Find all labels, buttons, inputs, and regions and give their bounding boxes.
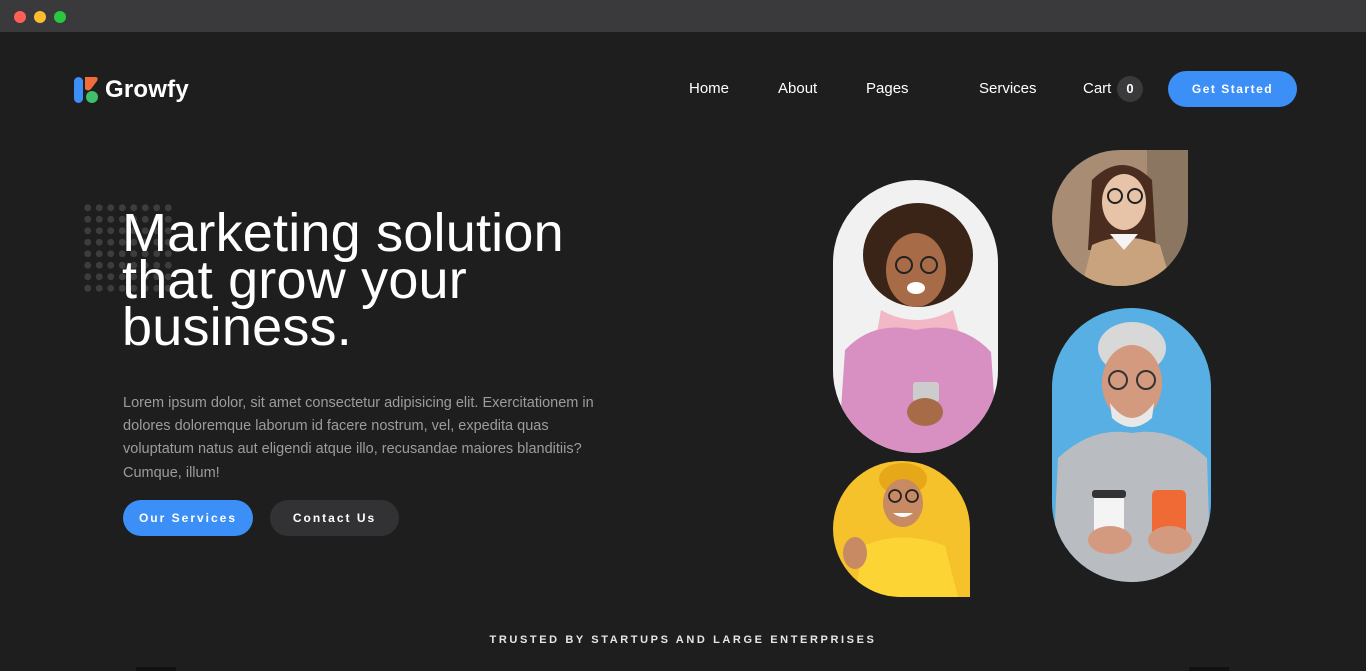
woman-with-phone-photo [833,180,998,453]
brand-logo[interactable]: Growfy [73,76,189,104]
cart-count-badge[interactable]: 0 [1117,76,1143,102]
get-started-button[interactable]: Get Started [1168,71,1297,107]
contact-us-button[interactable]: Contact Us [270,500,399,536]
partner-logo-strip-left [136,667,176,671]
nav-about-link[interactable]: About [778,80,817,97]
window-titlebar [0,0,1366,32]
nav-pages-link[interactable]: Pages [866,80,909,97]
brand-name: Growfy [105,76,189,103]
hero-headline: Marketing solution that grow your busine… [122,206,682,357]
nav-home-link[interactable]: Home [689,80,729,97]
close-window-button[interactable] [14,11,26,23]
growfy-logo-icon [73,76,101,104]
hero-description: Lorem ipsum dolor, sit amet consectetur … [123,395,594,481]
minimize-window-button[interactable] [34,11,46,23]
nav-services-link[interactable]: Services [979,80,1037,97]
landing-page: Growfy Home About Pages Services Cart 0 … [0,32,1366,671]
nav-cart-link[interactable]: Cart [1083,80,1111,97]
woman-with-glasses-photo [1052,150,1188,286]
older-man-with-coffee-photo [1052,308,1211,582]
trusted-by-label: TRUSTED BY STARTUPS AND LARGE ENTERPRISE… [489,634,877,646]
man-yellow-shirt-photo [833,461,970,597]
maximize-window-button[interactable] [54,11,66,23]
our-services-button[interactable]: Our Services [123,500,253,536]
partner-logo-strip-right [1189,667,1229,671]
headline-line-3: business. [122,297,352,357]
